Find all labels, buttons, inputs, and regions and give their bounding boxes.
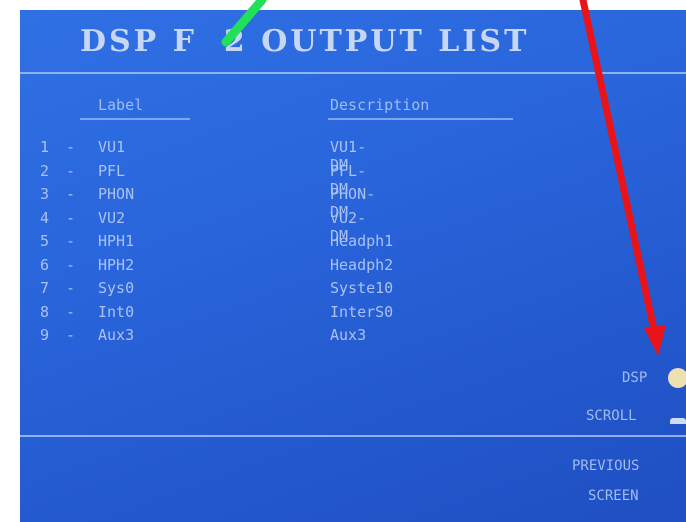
title-divider (20, 72, 686, 74)
row-separator: - (66, 279, 76, 297)
row-separator: - (66, 185, 76, 203)
row-label: PHON (98, 185, 135, 203)
row-number: 3 (40, 185, 50, 203)
previous-screen-button[interactable]: PREVIOUS (572, 458, 639, 474)
row-number: 4 (40, 208, 50, 227)
label-header-underline (80, 118, 190, 120)
row-number: 2 (40, 161, 50, 180)
row-description: InterS0 (330, 302, 394, 321)
row-description: Headph2 (330, 255, 394, 274)
row-label: Aux3 (98, 326, 135, 344)
row-label: HPH2 (98, 255, 135, 274)
page-title: DSP F 2 OUTPUT LIST (80, 24, 530, 59)
scroll-icon[interactable] (670, 418, 686, 424)
row-label: Sys0 (98, 279, 135, 297)
row-number: 5 (40, 232, 50, 250)
dsp-softkey-label[interactable]: DSP (622, 370, 647, 386)
description-column-header: Description (330, 96, 430, 114)
row-separator: - (66, 138, 76, 156)
row-description: Aux3 (330, 326, 367, 344)
row-separator: - (66, 232, 76, 250)
row-number: 7 (40, 279, 50, 297)
row-number: 9 (40, 326, 50, 344)
row-label: VU2 (98, 208, 126, 227)
scroll-softkey-label[interactable]: SCROLL (586, 408, 637, 424)
row-separator: - (66, 208, 76, 227)
row-separator: - (66, 161, 76, 180)
row-description: Headph1 (330, 232, 394, 250)
row-label: VU1 (98, 138, 126, 156)
knob-icon[interactable] (668, 368, 686, 388)
label-column-header: Label (98, 96, 144, 114)
row-label: Int0 (98, 302, 135, 321)
row-separator: - (66, 255, 76, 274)
description-header-underline (328, 118, 513, 120)
row-number: 6 (40, 255, 50, 274)
row-label: PFL (98, 161, 126, 180)
row-description: Syste10 (330, 279, 394, 297)
footer-divider (20, 435, 686, 437)
previous-screen-button-line2[interactable]: SCREEN (588, 488, 639, 504)
row-separator: - (66, 326, 76, 344)
row-label: HPH1 (98, 232, 135, 250)
lcd-screen: DSP F 2 OUTPUT LIST Label Description 1 … (20, 10, 686, 522)
row-separator: - (66, 302, 76, 321)
row-number: 8 (40, 302, 50, 321)
row-number: 1 (40, 138, 50, 156)
